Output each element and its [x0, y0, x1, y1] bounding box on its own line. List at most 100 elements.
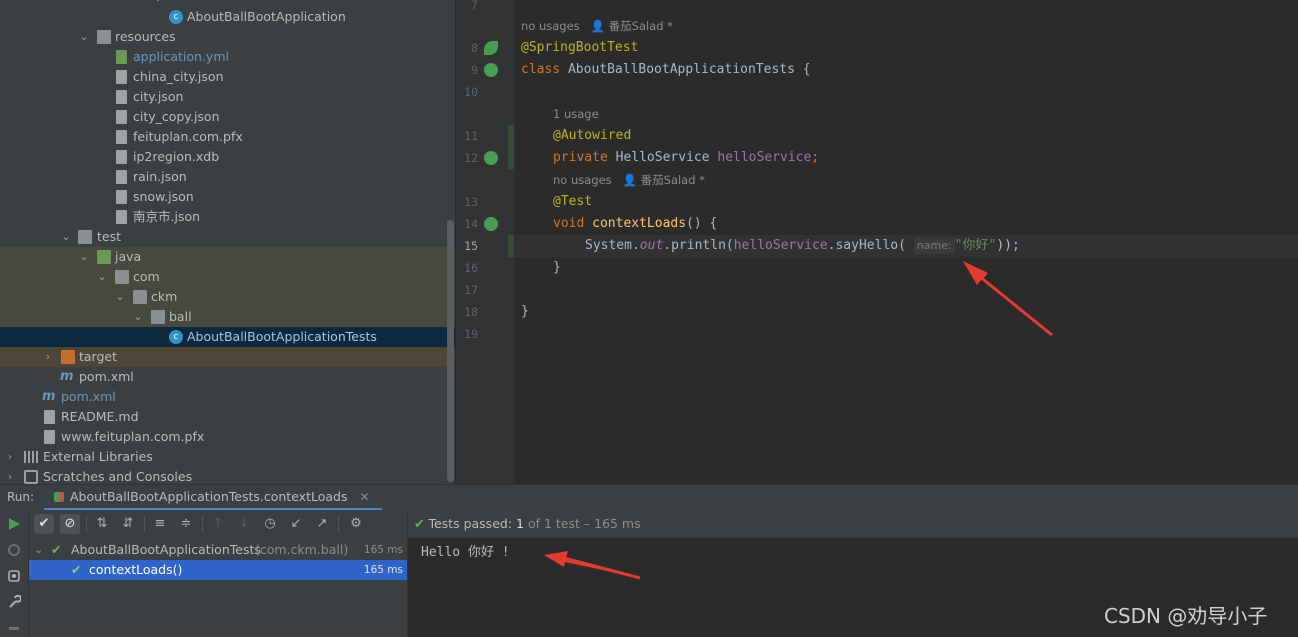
tree-row-readme[interactable]: README.md: [0, 407, 455, 427]
tree-row-label: target: [79, 349, 118, 364]
sort-duration-icon[interactable]: ⇵: [118, 514, 138, 534]
chevron-down-icon[interactable]: ⌄: [132, 307, 144, 327]
line-number: 7: [471, 0, 478, 12]
next-failed-icon[interactable]: ↓: [234, 514, 254, 534]
tree-row-resources[interactable]: ⌄ resources: [0, 27, 455, 47]
tree-row-label: README.md: [61, 409, 139, 424]
json-file-icon: [116, 210, 127, 224]
tree-row-file[interactable]: feituplan.com.pfx: [0, 127, 455, 147]
usages-text: no usages: [553, 173, 612, 187]
package-icon: [151, 310, 165, 324]
run-test-class-icon[interactable]: [484, 63, 498, 77]
autowired-bean-icon[interactable]: [484, 151, 498, 165]
test-history-icon[interactable]: ◷: [260, 514, 280, 534]
json-file-icon: [116, 110, 127, 124]
chevron-right-icon[interactable]: ›: [4, 467, 16, 484]
test-case-row[interactable]: ✔ contextLoads() 165 ms: [29, 560, 407, 580]
tree-row-application-class[interactable]: c AboutBallBootApplication: [0, 7, 455, 27]
tree-row-pom-root[interactable]: m pom.xml: [0, 387, 455, 407]
sort-alpha-icon[interactable]: ⇅: [92, 514, 112, 534]
tree-row-file[interactable]: snow.json: [0, 187, 455, 207]
tree-row-file[interactable]: china_city.json: [0, 67, 455, 87]
code-line-15: System.out.println(helloService.sayHello…: [585, 238, 1020, 254]
chevron-down-icon[interactable]: ⌄: [78, 27, 90, 47]
show-ignored-icon[interactable]: ⊘: [60, 514, 80, 534]
tree-row-pom[interactable]: m pom.xml: [0, 367, 455, 387]
line-number: 13: [464, 195, 478, 209]
tree-row-external-libraries[interactable]: › External Libraries: [0, 447, 455, 467]
test-case-time: 165 ms: [363, 564, 403, 576]
chevron-right-icon[interactable]: ›: [42, 347, 54, 367]
chevron-right-icon[interactable]: ›: [4, 447, 16, 467]
export-tests-icon[interactable]: ↗: [312, 514, 332, 534]
tree-row-application-yml[interactable]: application.yml: [0, 47, 455, 67]
tree-row-scratches[interactable]: › Scratches and Consoles: [0, 467, 455, 484]
run-test-method-icon[interactable]: [484, 217, 498, 231]
tree-row-label: ball: [169, 309, 192, 324]
json-file-icon: [116, 170, 127, 184]
show-passed-icon[interactable]: ✔: [34, 514, 54, 534]
tree-row-label: Scratches and Consoles: [43, 469, 193, 484]
tree-row-file[interactable]: city_copy.json: [0, 107, 455, 127]
expand-all-icon[interactable]: ≡: [150, 514, 170, 534]
annotation-arrow: [963, 261, 1053, 337]
tree-scrollbar[interactable]: [447, 220, 454, 482]
project-tree: ⌄ c AboutBallBootApplication ⌄ resources…: [0, 0, 455, 484]
code-editor[interactable]: no usages 👤 番茄Salad * @SpringBootTest cl…: [516, 0, 1298, 484]
tree-row-file[interactable]: ip2region.xdb: [0, 147, 455, 167]
rerun-failed-icon[interactable]: [7, 543, 21, 557]
run-label: Run:: [7, 490, 35, 504]
chevron-down-icon[interactable]: ⌄: [60, 227, 72, 247]
test-suite-time: 165 ms: [363, 544, 403, 556]
tree-row-java[interactable]: ⌄ java: [0, 247, 455, 267]
more-icon[interactable]: [7, 621, 21, 635]
import-tests-icon[interactable]: ↙: [286, 514, 306, 534]
usages-text: no usages: [521, 19, 580, 33]
tree-row-ckm[interactable]: ⌄ ckm: [0, 287, 455, 307]
line-number: 18: [464, 305, 478, 319]
tree-row-test[interactable]: ⌄ test: [0, 227, 455, 247]
tree-row-label: ip2region.xdb: [133, 149, 220, 164]
previous-failed-icon[interactable]: ↑: [208, 514, 228, 534]
spring-bean-icon[interactable]: [484, 41, 498, 55]
line-number: 17: [464, 283, 478, 297]
chevron-down-icon[interactable]: ⌄: [114, 287, 126, 307]
line-number: 14: [464, 217, 478, 231]
editor-gutter: 7 8 9 10 11 12 13 14 15 16 17 18 19: [455, 0, 539, 484]
chevron-down-icon[interactable]: ⌄: [96, 267, 108, 287]
collapse-all-icon[interactable]: ≑: [176, 514, 196, 534]
check-icon: ✔: [51, 542, 62, 557]
tree-row-file[interactable]: rain.json: [0, 167, 455, 187]
line-number: 8: [471, 41, 478, 55]
close-icon[interactable]: ✕: [359, 490, 369, 504]
chevron-down-icon[interactable]: ⌄: [78, 247, 90, 267]
toggle-autotest-icon[interactable]: [7, 569, 21, 583]
code-line-18: }: [521, 304, 529, 319]
tree-row-ball[interactable]: ⌄ ball: [0, 307, 455, 327]
tree-row-tests-class[interactable]: c AboutBallBootApplicationTests: [0, 327, 455, 347]
usage-hint[interactable]: 1 usage: [553, 103, 599, 125]
toolbar-separator: [338, 516, 339, 532]
chevron-down-icon[interactable]: ⌄: [34, 540, 43, 560]
wrench-icon[interactable]: [7, 595, 21, 609]
tree-row-file[interactable]: 南京市.json: [0, 207, 455, 227]
tree-row-label: china_city.json: [133, 69, 224, 84]
usage-hint[interactable]: no usages 👤 番茄Salad *: [521, 15, 673, 37]
tree-row-com[interactable]: ⌄ com: [0, 267, 455, 287]
gear-icon[interactable]: ⚙: [346, 514, 366, 534]
tree-row-label: com: [133, 269, 160, 284]
tree-row-pfx[interactable]: www.feituplan.com.pfx: [0, 427, 455, 447]
json-file-icon: [116, 90, 127, 104]
spring-class-icon: c: [169, 10, 183, 24]
usages-text: 1 usage: [553, 107, 599, 121]
tree-row-target[interactable]: › target: [0, 347, 455, 367]
check-icon: ✔: [414, 516, 425, 531]
usage-hint[interactable]: no usages 👤 番茄Salad *: [553, 169, 705, 191]
test-suite-row[interactable]: ⌄ ✔ AboutBallBootApplicationTests (com.c…: [29, 540, 407, 560]
tree-row-label: feituplan.com.pfx: [133, 129, 243, 144]
code-line-9: class AboutBallBootApplicationTests {: [521, 62, 811, 77]
run-tab[interactable]: AboutBallBootApplicationTests.contextLoa…: [44, 485, 382, 511]
rerun-icon[interactable]: [7, 517, 21, 531]
resources-folder-icon: [97, 30, 111, 44]
tree-row-file[interactable]: city.json: [0, 87, 455, 107]
